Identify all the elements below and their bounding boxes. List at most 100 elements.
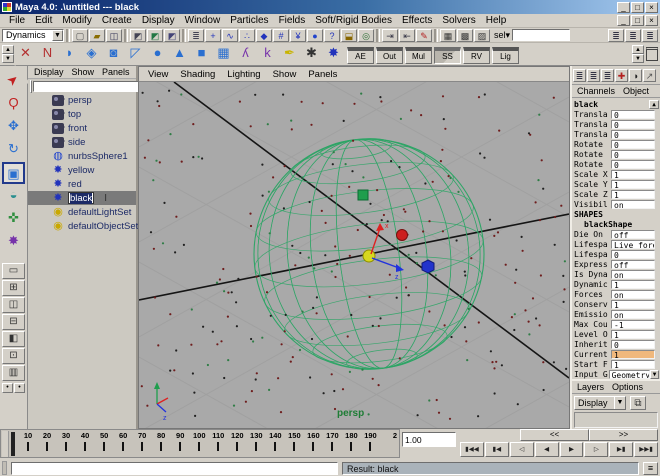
outliner-item-defaultlightset[interactable]: ◉defaultLightSet	[28, 205, 136, 219]
red-emitter-marker[interactable]	[397, 230, 408, 241]
yellow-emitter-marker[interactable]	[363, 250, 375, 262]
output-connections-icon[interactable]: ⇤	[399, 29, 415, 42]
menu-window[interactable]: Window	[180, 14, 226, 27]
menu-display[interactable]: Display	[137, 14, 180, 27]
channel-value-field[interactable]: 0	[611, 150, 655, 159]
last-tool-icon[interactable]: ✸	[2, 231, 25, 253]
manip-axis-icon[interactable]: ✚	[615, 69, 628, 82]
mdi-maximize-button[interactable]: □	[631, 15, 644, 26]
viewport-menu-lighting[interactable]: Lighting	[222, 69, 265, 80]
outliner-item-red[interactable]: ✸red	[28, 177, 136, 191]
snap-to-points-icon[interactable]: ∴	[239, 29, 255, 42]
select-hierarchy-icon[interactable]: ◩	[130, 29, 146, 42]
scroll-up-icon[interactable]: ▲	[649, 100, 659, 109]
poly-cube-icon[interactable]: ■	[191, 44, 212, 64]
rock-icon[interactable]: ✱	[301, 44, 322, 64]
channel-value-field[interactable]: 1	[611, 180, 655, 189]
time-slider[interactable]: 1020304050607080901001101201301401501601…	[0, 429, 400, 458]
cv-curve-tool-icon[interactable]: ✕	[15, 44, 36, 64]
extrude-icon[interactable]: ◙	[103, 44, 124, 64]
poly-cylinder-icon[interactable]: ▦	[213, 44, 234, 64]
channel-value-field[interactable]: off	[611, 230, 655, 239]
step-back-key-button[interactable]: ◁	[510, 442, 534, 457]
outliner-sort-icon[interactable]: ≡	[30, 80, 32, 93]
go-to-end-button[interactable]: ▶▶▮	[634, 442, 658, 457]
channel-value-field[interactable]: 1	[611, 330, 655, 339]
channel-value-field[interactable]: 1	[611, 300, 655, 309]
channel-value-field[interactable]: 1	[611, 170, 655, 179]
outliner-menu-show[interactable]: Show	[69, 67, 98, 77]
layout-persp-outliner-button[interactable]: ◧	[2, 331, 25, 347]
script-editor-icon[interactable]: ≡	[643, 462, 658, 475]
pane-dot-1[interactable]: •	[2, 383, 13, 393]
scroll-down-icon[interactable]: ▼	[650, 370, 659, 379]
layout-four-pane-button[interactable]: ⊞	[2, 280, 25, 296]
menu-help[interactable]: Help	[481, 14, 512, 27]
shelf-down-icon[interactable]: ▼	[2, 54, 14, 63]
layout-two-pane-side-button[interactable]: ◫	[2, 297, 25, 313]
list-connections-icon[interactable]: ¥	[290, 29, 306, 42]
ik-handle-tool-icon[interactable]: k	[257, 44, 278, 64]
channel-box-menu-object[interactable]: Object	[620, 86, 652, 96]
window-close-button[interactable]: ×	[645, 2, 658, 13]
channel-value-field[interactable]: 0	[611, 340, 655, 349]
quick-select-input[interactable]	[512, 29, 570, 41]
outliner-item-nurbssphere1[interactable]: ◍nurbsSphere1	[28, 149, 136, 163]
channel-value-field[interactable]: 1	[611, 360, 655, 369]
menu-particles[interactable]: Particles	[225, 14, 273, 27]
selection-mode-icon[interactable]: ≣	[188, 29, 204, 42]
channel-value-field[interactable]: on	[611, 290, 655, 299]
construction-toggle-icon[interactable]: ✎	[416, 29, 432, 42]
current-time-field[interactable]	[402, 432, 456, 447]
revolve-icon[interactable]: ◗	[59, 44, 80, 64]
render-globals-icon[interactable]: ▨	[474, 29, 490, 42]
menu-create[interactable]: Create	[97, 14, 137, 27]
layout-single-pane-button[interactable]: ▭	[2, 263, 25, 279]
mdi-close-button[interactable]: ×	[645, 15, 658, 26]
go-to-start-button[interactable]: ▮◀◀	[460, 442, 484, 457]
shelf-scroll-up-icon[interactable]: ▲	[632, 45, 644, 54]
shelf-button-mul[interactable]: Mul	[405, 47, 432, 64]
manip-arrow-icon[interactable]: ↗	[643, 69, 656, 82]
menu-edit[interactable]: Edit	[30, 14, 57, 27]
channel-value-field[interactable]: Geometry L	[609, 370, 650, 379]
channel-value-field[interactable]: 0	[611, 130, 655, 139]
mdi-minimize-button[interactable]: _	[617, 15, 630, 26]
menu-effects[interactable]: Effects	[397, 14, 437, 27]
layer-list[interactable]	[574, 412, 658, 428]
rename-edit-field[interactable]: black	[68, 192, 94, 204]
channel-value-field[interactable]: 0	[611, 120, 655, 129]
menu-file[interactable]: File	[4, 14, 30, 27]
menu-set-selector[interactable]: Dynamics ▼	[2, 29, 64, 42]
channel-value-field[interactable]: on	[611, 270, 655, 279]
show-tool-settings-icon[interactable]: ≣	[625, 29, 641, 42]
time-ticks[interactable]: 1020304050607080901001101201301401501601…	[9, 430, 399, 458]
nurbs-sphere-icon[interactable]: ●	[147, 44, 168, 64]
outliner-item-front[interactable]: front	[28, 121, 136, 135]
quick-select-label[interactable]: sel▾	[494, 30, 510, 41]
layer-menu-options[interactable]: Options	[609, 382, 646, 392]
layout-hypershade-button[interactable]: ▥	[2, 365, 25, 381]
menu-solvers[interactable]: Solvers	[437, 14, 480, 27]
step-forward-frame-button[interactable]: ▶▮	[609, 442, 633, 457]
play-backward-button[interactable]: ◀	[535, 442, 559, 457]
viewport-scene[interactable]: xzzpersp	[139, 82, 569, 428]
step-forward-key-button[interactable]: ▷	[584, 442, 608, 457]
layout-persp-graph-button[interactable]: ⊡	[2, 348, 25, 364]
construction-history-icon[interactable]: ●	[307, 29, 323, 42]
joint-tool-icon[interactable]: ʎ	[235, 44, 256, 64]
channel-value-field[interactable]: 0	[611, 250, 655, 259]
command-line-handle[interactable]	[2, 461, 7, 475]
green-emitter-marker[interactable]	[358, 190, 368, 200]
create-layer-icon[interactable]: ⧉	[630, 396, 646, 410]
snap-to-view-planes-icon[interactable]: ◆	[256, 29, 272, 42]
manip-contrast-icon[interactable]: ◑	[629, 69, 642, 82]
channel-value-field[interactable]: 0	[611, 140, 655, 149]
next-pane-button[interactable]: >>	[589, 429, 658, 441]
channel-value-field[interactable]: 0	[611, 160, 655, 169]
snap-to-curves-icon[interactable]: ∿	[222, 29, 238, 42]
perspective-viewport[interactable]: ViewShadingLightingShowPanels xzzpersp	[138, 66, 570, 429]
ipr-render-icon[interactable]: ▩	[457, 29, 473, 42]
snap-to-grids-icon[interactable]: +	[205, 29, 221, 42]
blue-emitter-marker[interactable]	[422, 260, 434, 273]
